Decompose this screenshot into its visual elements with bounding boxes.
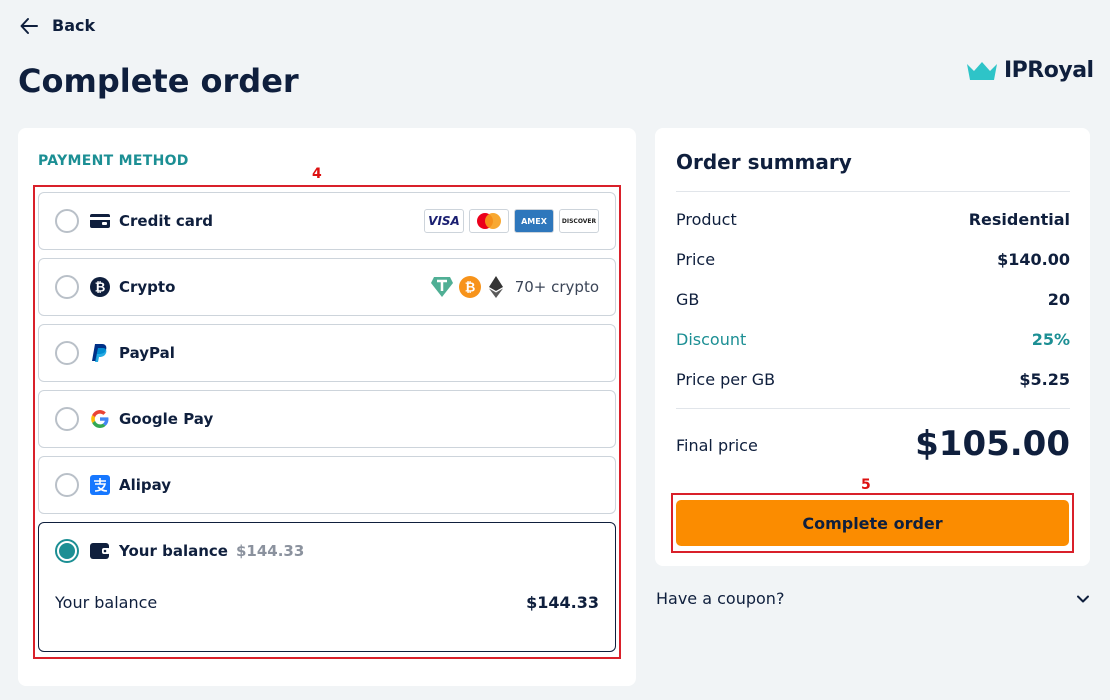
annotation-number: 5 [861,477,871,493]
visa-logo: VISA [424,209,464,233]
order-summary-panel: Order summary Product Residential Price … [655,128,1090,566]
option-label: Credit card [119,212,213,230]
option-label: PayPal [119,344,175,362]
row-label: Price per GB [676,370,776,389]
option-label: Your balance [119,542,228,560]
wallet-icon [89,540,111,562]
svg-text:₿: ₿ [464,281,475,296]
row-value: 25% [1031,330,1070,349]
row-label: Discount [676,330,747,349]
page-title: Complete order [18,62,299,100]
row-value: $5.25 [1019,370,1070,389]
back-label: Back [52,16,96,35]
summary-row-product: Product Residential [676,210,1070,229]
paypal-icon [89,342,111,364]
summary-row-price-per-gb: Price per GB $5.25 [676,370,1070,389]
divider [676,408,1070,409]
row-value: $140.00 [997,250,1070,269]
annotation-number: 4 [312,166,322,182]
option-label: Google Pay [119,410,214,428]
payment-option-google-pay[interactable]: Google Pay [38,390,616,448]
summary-row-gb: GB 20 [676,290,1070,309]
svg-text:₿: ₿ [95,281,106,296]
option-label: Alipay [119,476,172,494]
payment-option-credit-card[interactable]: Credit card VISA AMEX DISCOVER [38,192,616,250]
discover-logo: DISCOVER [559,209,599,233]
bitcoin-coin-icon: ₿ [458,276,481,298]
summary-row-discount: Discount 25% [676,330,1070,349]
summary-row-price: Price $140.00 [676,250,1070,269]
tether-icon [430,277,453,297]
option-label: Crypto [119,278,176,296]
crypto-count: 70+ crypto [514,278,599,296]
radio-button[interactable] [55,275,79,299]
credit-card-icon [89,210,111,232]
payment-method-panel: PAYMENT METHOD 4 Credit card VISA AMEX D… [18,128,636,686]
row-value: Residential [968,210,1070,229]
ethereum-icon [488,276,503,298]
row-label: Price [676,250,716,269]
row-label: Product [676,210,737,229]
radio-button[interactable] [55,407,79,431]
arrow-left-icon [20,17,38,34]
balance-amount: $144.33 [235,542,305,560]
row-label: GB [676,290,700,309]
divider [676,191,1070,192]
final-price-label: Final price [676,436,758,455]
coupon-label: Have a coupon? [656,589,785,608]
amex-logo: AMEX [514,209,554,233]
alipay-icon [89,474,111,496]
radio-button[interactable] [55,209,79,233]
coupon-toggle[interactable]: Have a coupon? [656,589,1090,608]
radio-button[interactable] [55,341,79,365]
payment-method-label: PAYMENT METHOD [38,153,189,169]
radio-button-selected[interactable] [55,539,79,563]
brand-name: IPRoyal [1004,58,1094,83]
complete-order-button[interactable]: Complete order [676,500,1069,546]
final-price-value: $105.00 [915,424,1070,464]
balance-value: $144.33 [526,593,599,612]
balance-detail-row: Your balance $144.33 [39,579,615,612]
brand-logo: IPRoyal [966,58,1094,83]
google-icon [89,408,111,430]
back-button[interactable]: Back [20,16,95,35]
chevron-down-icon [1077,595,1089,602]
bitcoin-icon: ₿ [89,276,111,298]
row-value: 20 [1047,290,1070,309]
payment-option-alipay[interactable]: Alipay [38,456,616,514]
payment-option-crypto[interactable]: ₿ Crypto ₿ 70+ crypto [38,258,616,316]
balance-label: Your balance [55,593,158,612]
payment-option-paypal[interactable]: PayPal [38,324,616,382]
mastercard-logo [469,209,509,233]
order-summary-title: Order summary [676,150,852,174]
radio-button[interactable] [55,473,79,497]
payment-option-balance[interactable]: Your balance $144.33 Your balance $144.3… [38,522,616,652]
crown-icon [967,61,997,80]
